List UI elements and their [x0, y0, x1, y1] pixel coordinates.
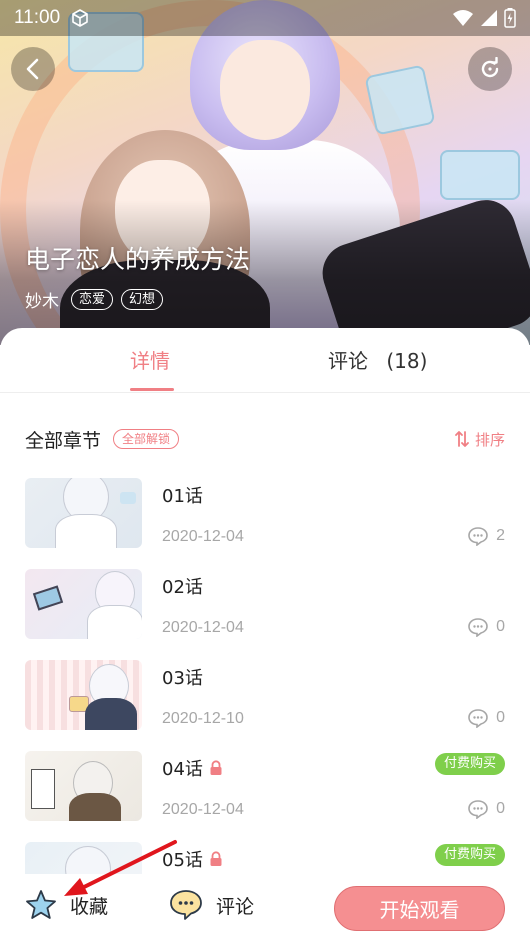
- chapter-comments: 0: [467, 799, 505, 819]
- tab-details-label: 详情: [130, 349, 170, 373]
- chapter-thumbnail: [25, 751, 142, 821]
- tab-comments-label: 评论: [328, 349, 368, 373]
- section-title: 全部章节: [25, 429, 102, 452]
- chapters-header: 全部章节 全部解锁 排序: [25, 424, 505, 454]
- comic-title: 电子恋人的养成方法: [25, 245, 251, 274]
- chapter-date: 2020-12-10: [162, 710, 244, 727]
- back-button[interactable]: [11, 47, 55, 91]
- chapter-title: 02话: [162, 577, 203, 598]
- chapter-item[interactable]: 03话 2020-12-10 0: [0, 658, 530, 749]
- unlock-all-button[interactable]: 全部解锁: [113, 429, 180, 449]
- chapter-title: 01话: [162, 486, 203, 507]
- chapter-date: 2020-12-04: [162, 619, 244, 636]
- chapter-comments: 2: [467, 526, 505, 546]
- status-time: 11:00: [14, 7, 61, 28]
- wifi-icon: [453, 10, 473, 26]
- chevron-left-icon: [26, 58, 39, 80]
- comment-bubble-icon: [468, 800, 488, 819]
- star-icon: [26, 890, 56, 919]
- buy-chapter-button[interactable]: 付费购买: [434, 753, 505, 775]
- chapter-thumbnail: [25, 660, 142, 730]
- battery-icon: [504, 8, 516, 28]
- comment-count: 0: [496, 800, 505, 817]
- refresh-button[interactable]: [468, 47, 512, 91]
- chapter-thumbnail: [25, 478, 142, 548]
- chapter-date: 2020-12-04: [162, 801, 244, 818]
- start-watching-button[interactable]: 开始观看: [334, 886, 505, 931]
- tab-details[interactable]: 详情: [130, 345, 174, 391]
- comment-count: 0: [496, 709, 505, 726]
- comment-count: 0: [496, 618, 505, 635]
- refresh-icon: [481, 57, 499, 78]
- author-name[interactable]: 妙木: [25, 287, 59, 312]
- tab-bar: 详情 评论 (18): [0, 328, 530, 393]
- status-bar: 11:00: [0, 0, 530, 36]
- sort-icon: [455, 431, 469, 447]
- tab-comments[interactable]: 评论 (18): [328, 345, 427, 374]
- comment-count: 2: [496, 527, 505, 544]
- chapter-comments: 0: [467, 617, 505, 637]
- chapter-thumbnail: [25, 569, 142, 639]
- red-arrow-annotation: [64, 840, 177, 896]
- tag-fantasy[interactable]: 幻想: [121, 289, 164, 310]
- comment-bubble-icon: [468, 527, 488, 546]
- comment-bubble-icon: [468, 618, 488, 637]
- lock-icon: [210, 851, 222, 866]
- app-cube-icon: [72, 9, 88, 27]
- tag-romance[interactable]: 恋爱: [71, 289, 114, 310]
- buy-chapter-button[interactable]: 付费购买: [434, 844, 505, 866]
- sort-label: 排序: [474, 430, 505, 449]
- chapter-title: 04话: [162, 755, 223, 781]
- active-tab-indicator: [130, 388, 174, 391]
- tab-comments-count: (18): [386, 349, 428, 373]
- chapter-item[interactable]: 01话 2020-12-04 2: [0, 476, 530, 567]
- chapter-title: 03话: [162, 668, 203, 689]
- chapter-comments: 0: [467, 708, 505, 728]
- signal-icon: [481, 10, 497, 26]
- comment-label: 评论: [216, 895, 255, 918]
- chapter-date: 2020-12-04: [162, 528, 244, 545]
- lock-icon: [210, 760, 222, 775]
- chapter-item[interactable]: 04话 付费购买 2020-12-04 0: [0, 749, 530, 840]
- chapter-item[interactable]: 02话 2020-12-04 0: [0, 567, 530, 658]
- comment-bubble-icon: [468, 709, 488, 728]
- comic-meta: 妙木 恋爱 幻想: [25, 287, 164, 312]
- sort-button[interactable]: 排序: [455, 429, 505, 450]
